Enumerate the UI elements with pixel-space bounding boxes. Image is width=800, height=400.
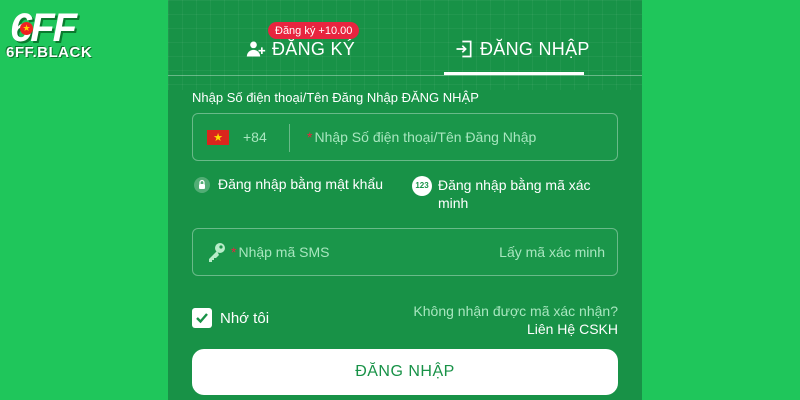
tab-login[interactable]: ĐĂNG NHẬP [454, 34, 590, 64]
method-password-option[interactable]: Đăng nhập bằng mật khẩu [194, 176, 383, 193]
method-code-option[interactable]: 123 Đăng nhập bằng mã xác minh [412, 176, 612, 212]
logo-star-icon: ★ [20, 22, 33, 35]
vietnam-flag-icon[interactable]: ★ [207, 130, 229, 145]
numbers-123-icon: 123 [412, 176, 432, 196]
required-marker: * [307, 129, 313, 145]
login-door-icon [456, 40, 472, 58]
key-icon [209, 243, 225, 262]
remember-me[interactable]: Nhớ tôi [192, 308, 269, 328]
method-code-label: Đăng nhập bằng mã xác minh [438, 177, 591, 211]
no-code-help: Không nhận được mã xác nhận? Liên Hệ CSK… [413, 302, 618, 338]
lock-icon [194, 177, 210, 193]
phone-input[interactable]: ★ +84 * Nhập Số điện thoại/Tên Đăng Nhập [192, 113, 618, 161]
phone-field-label: Nhập Số điện thoại/Tên Đăng Nhập ĐĂNG NH… [192, 90, 479, 105]
required-marker: * [231, 244, 237, 260]
login-panel: ĐĂNG KÝ Đăng ký +10.00 ĐĂNG NHẬP Nhập Số… [168, 0, 642, 400]
phone-placeholder: * Nhập Số điện thoại/Tên Đăng Nhập [307, 129, 537, 145]
input-divider [289, 124, 290, 152]
checkmark-icon [196, 313, 208, 324]
method-password-label: Đăng nhập bằng mật khẩu [218, 176, 384, 192]
brand-logo[interactable]: 6FF ★ 6FF.BLACK [6, 6, 100, 64]
country-code[interactable]: +84 [243, 129, 267, 145]
auth-tabs: ĐĂNG KÝ Đăng ký +10.00 ĐĂNG NHẬP [168, 0, 642, 76]
support-link[interactable]: Liên Hệ CSKH [527, 320, 618, 338]
register-bonus-badge: Đăng ký +10.00 [268, 22, 360, 39]
active-tab-indicator [444, 72, 584, 75]
no-code-question: Không nhận được mã xác nhận? [413, 303, 618, 319]
get-code-button[interactable]: Lấy mã xác minh [499, 244, 605, 260]
login-submit-button[interactable]: ĐĂNG NHẬP [192, 349, 618, 395]
sms-placeholder: * Nhập mã SMS [231, 244, 330, 260]
add-user-icon [246, 41, 266, 57]
right-background [642, 0, 800, 400]
logo-sub-text: 6FF.BLACK [6, 44, 93, 61]
remember-label: Nhớ tôi [220, 309, 270, 327]
tab-login-label: ĐĂNG NHẬP [480, 38, 590, 59]
tab-register-label: ĐĂNG KÝ [272, 38, 356, 59]
remember-checkbox[interactable] [192, 308, 212, 328]
sms-code-input[interactable]: * Nhập mã SMS Lấy mã xác minh [192, 228, 618, 276]
